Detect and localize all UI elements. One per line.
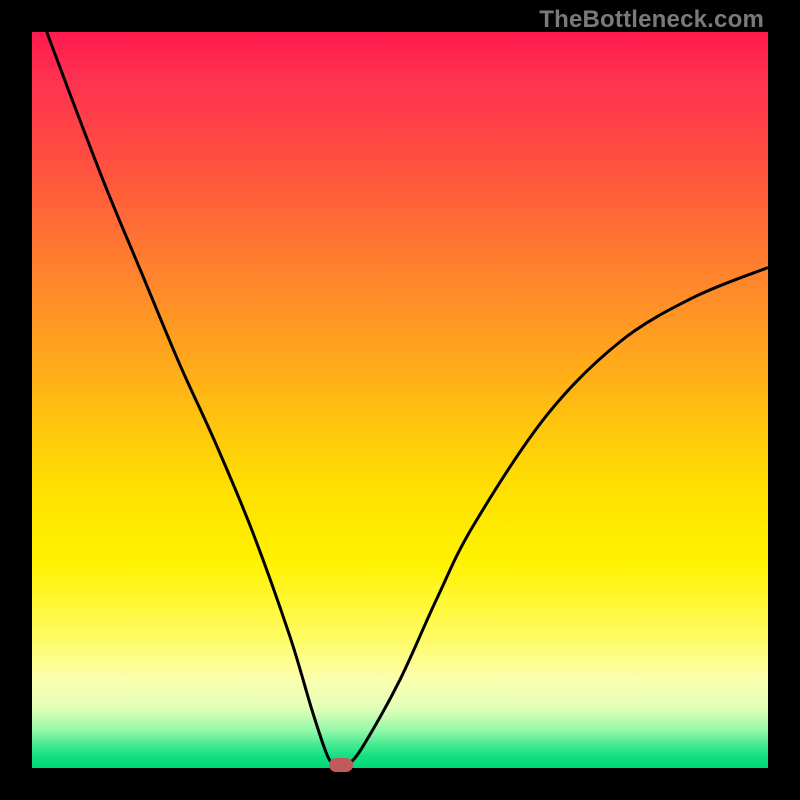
plot-area [32, 32, 768, 768]
curve-path [47, 32, 768, 768]
watermark-text: TheBottleneck.com [539, 6, 764, 34]
optimal-marker [329, 758, 353, 772]
chart-frame: TheBottleneck.com [0, 0, 800, 800]
bottleneck-curve [32, 32, 768, 768]
